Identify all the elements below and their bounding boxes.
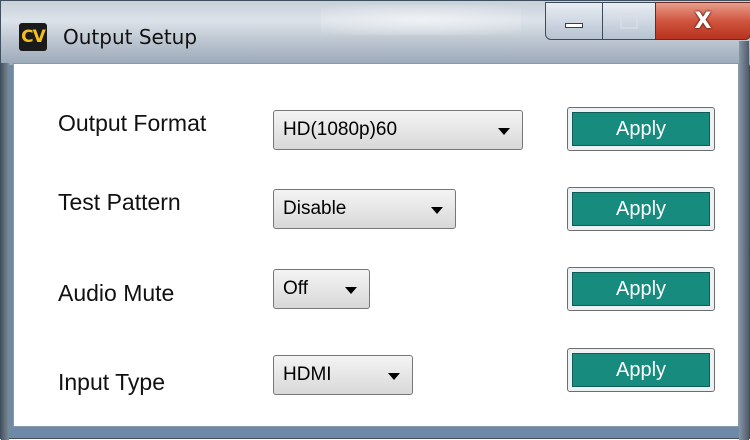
apply-button-label: Apply bbox=[572, 272, 710, 306]
test-pattern-apply-button[interactable]: Apply bbox=[567, 187, 715, 231]
apply-button-label: Apply bbox=[572, 112, 710, 146]
input-type-select[interactable]: HDMI bbox=[273, 355, 413, 395]
chevron-down-icon bbox=[431, 207, 443, 214]
output-format-apply-button[interactable]: Apply bbox=[567, 107, 715, 151]
audio-mute-select[interactable]: Off bbox=[273, 269, 370, 309]
title-bar-highlight bbox=[321, 5, 521, 35]
chevron-down-icon bbox=[498, 128, 510, 135]
output-format-select[interactable]: HD(1080p)60 bbox=[273, 110, 523, 150]
output-setup-window: CV Output Setup X Output Format HD(1080p… bbox=[0, 0, 750, 440]
test-pattern-label: Test Pattern bbox=[58, 189, 181, 215]
maximize-icon bbox=[620, 13, 638, 29]
window-frame-right bbox=[739, 41, 749, 440]
audio-mute-apply-button[interactable]: Apply bbox=[567, 267, 715, 311]
window-title: Output Setup bbox=[63, 25, 198, 49]
audio-mute-label: Audio Mute bbox=[58, 280, 175, 306]
cv-app-icon[interactable]: CV bbox=[19, 23, 47, 51]
input-type-apply-button[interactable]: Apply bbox=[567, 348, 715, 392]
minimize-button[interactable] bbox=[545, 2, 603, 40]
chevron-down-icon bbox=[388, 373, 400, 380]
output-format-value: HD(1080p)60 bbox=[283, 119, 398, 140]
window-frame-left bbox=[1, 63, 9, 440]
apply-button-label: Apply bbox=[572, 192, 710, 226]
output-format-label: Output Format bbox=[58, 110, 207, 136]
app-icon-text: CV bbox=[21, 27, 46, 47]
audio-mute-value: Off bbox=[283, 278, 308, 299]
test-pattern-select[interactable]: Disable bbox=[273, 189, 456, 229]
minimize-icon bbox=[565, 23, 583, 28]
input-type-label: Input Type bbox=[58, 369, 165, 395]
test-pattern-value: Disable bbox=[283, 198, 347, 219]
title-bar[interactable]: CV Output Setup X bbox=[1, 1, 750, 65]
settings-panel: Output Format HD(1080p)60 Apply Test Pat… bbox=[13, 63, 739, 427]
close-button[interactable]: X bbox=[655, 2, 750, 40]
input-type-value: HDMI bbox=[283, 364, 332, 385]
maximize-button[interactable] bbox=[602, 2, 656, 40]
apply-button-label: Apply bbox=[572, 353, 710, 387]
chevron-down-icon bbox=[345, 287, 357, 294]
close-icon: X bbox=[694, 8, 712, 34]
